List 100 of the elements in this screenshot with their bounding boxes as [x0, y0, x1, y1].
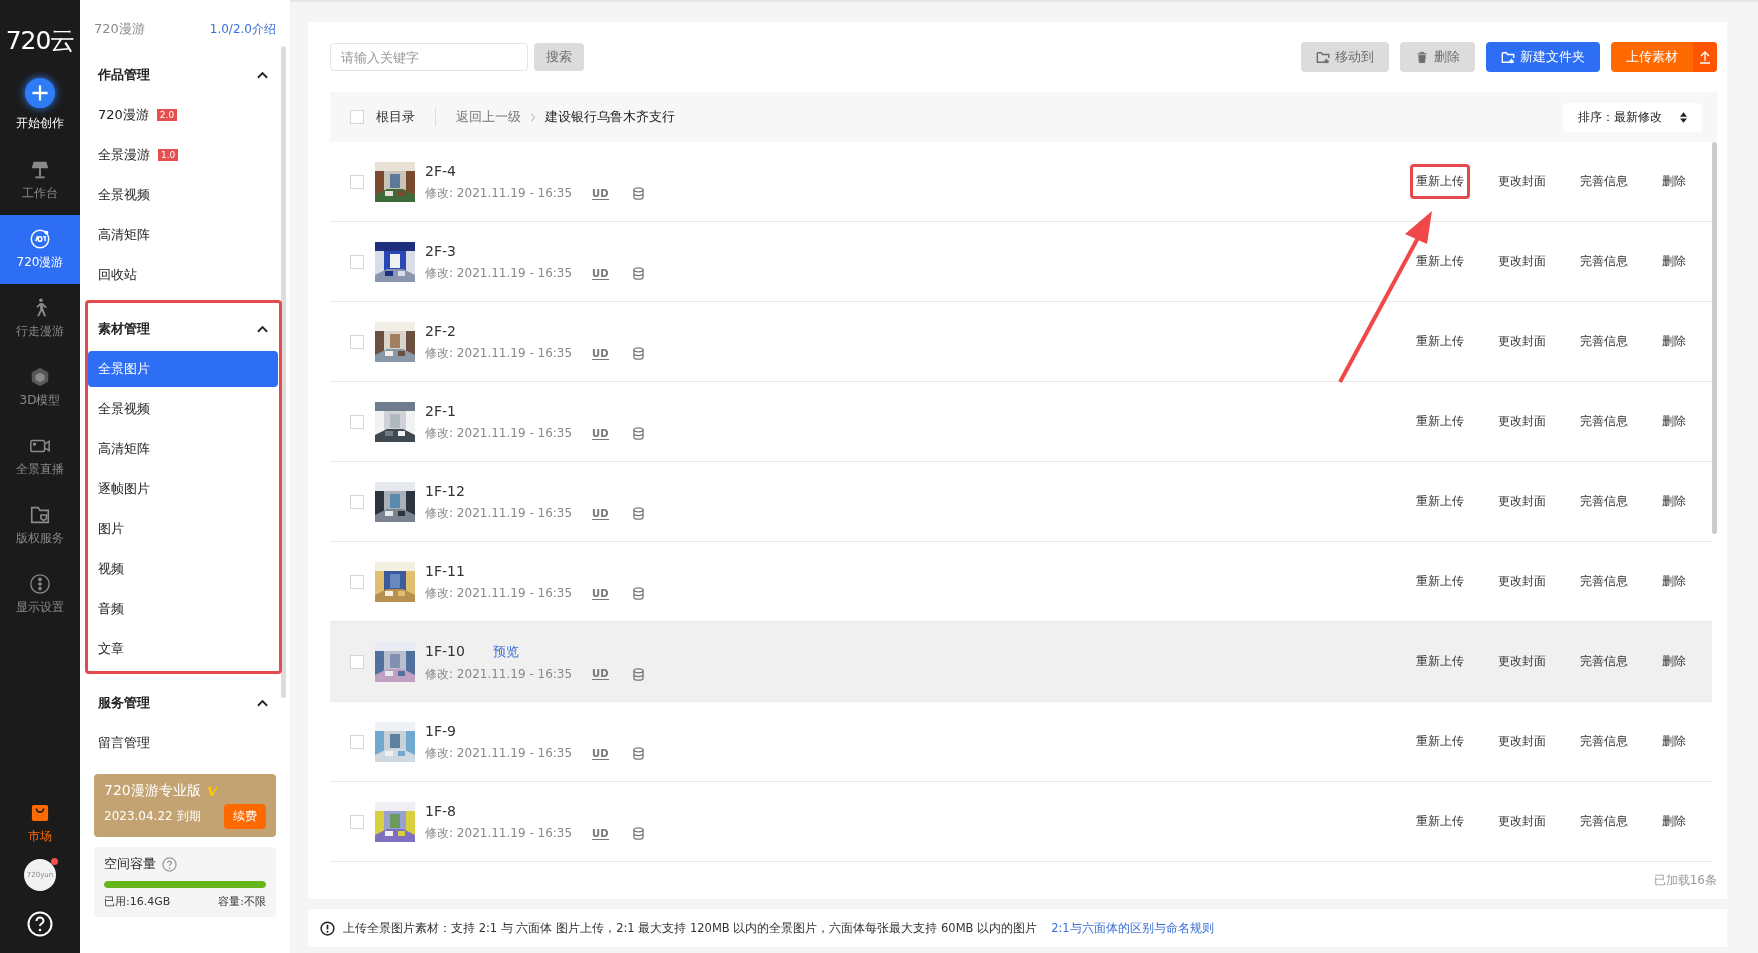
row-action[interactable]: 重新上传 [1410, 484, 1470, 519]
menu-label: 全景图片 [98, 360, 150, 378]
menu-item[interactable]: 全景漫游 1.0 [88, 137, 278, 173]
file-row[interactable]: 1F-12 修改: 2021.11.19 - 16:35 UD 重新上传 更改封面 完善信息 删除 [330, 462, 1712, 542]
search-button[interactable]: 搜索 [534, 43, 584, 71]
database-icon [632, 827, 644, 840]
row-action[interactable]: 删除 [1656, 244, 1692, 279]
logo: 720云 [4, 25, 76, 57]
row-checkbox[interactable] [350, 494, 364, 509]
modified-time: 修改: 2021.11.19 - 16:35 [425, 265, 573, 282]
menu-item[interactable]: 文章 [88, 631, 278, 667]
menu-item[interactable]: 留言管理 [88, 725, 278, 761]
preview-link[interactable]: 预览 [492, 643, 519, 659]
root-link[interactable]: 根目录 [376, 108, 415, 126]
row-action[interactable]: 更改封面 [1492, 164, 1552, 199]
menu-item[interactable]: 全景图片 [88, 351, 278, 387]
toolbar-button[interactable]: 新建文件夹 [1486, 42, 1600, 72]
menu-item[interactable]: 高清矩阵 [88, 217, 278, 253]
row-action[interactable]: 删除 [1656, 484, 1692, 519]
select-all-checkbox[interactable] [350, 110, 364, 124]
menu-item[interactable]: 逐帧图片 [88, 471, 278, 507]
file-row[interactable]: 1F-8 修改: 2021.11.19 - 16:35 UD 重新上传 更改封面 完善信息 删除 [330, 782, 1712, 862]
row-action[interactable]: 完善信息 [1574, 564, 1634, 599]
row-action[interactable]: 完善信息 [1574, 404, 1634, 439]
row-action[interactable]: 更改封面 [1492, 644, 1552, 679]
row-action[interactable]: 重新上传 [1410, 724, 1470, 759]
rail-item[interactable]: 工作台 [0, 146, 80, 215]
row-action[interactable]: 更改封面 [1492, 244, 1552, 279]
row-checkbox[interactable] [350, 734, 364, 749]
file-row[interactable]: 1F-10 预览 修改: 2021.11.19 - 16:35 UD 重新上传 更改封面 完善信息 删除 [330, 622, 1712, 702]
chevron-icon [257, 325, 268, 333]
rail-item[interactable]: 720漫游 [0, 215, 80, 284]
create-button[interactable]: 开始创作 [0, 69, 80, 146]
row-action[interactable]: 删除 [1656, 644, 1692, 679]
row-checkbox[interactable] [350, 654, 364, 669]
row-action[interactable]: 重新上传 [1410, 804, 1470, 839]
row-action[interactable]: 更改封面 [1492, 484, 1552, 519]
chevron-icon [530, 112, 536, 122]
menu-item[interactable]: 720漫游 2.0 [88, 97, 278, 133]
naming-rules-link[interactable]: 2:1与六面体的区别与命名规则 [1051, 920, 1214, 936]
section-header[interactable]: 素材管理 [88, 307, 278, 351]
menu-item[interactable]: 回收站 [88, 257, 278, 293]
row-checkbox[interactable] [350, 334, 364, 349]
row-action[interactable]: 删除 [1656, 804, 1692, 839]
row-checkbox[interactable] [350, 414, 364, 429]
chevron-icon [257, 71, 268, 79]
row-action[interactable]: 重新上传 [1410, 244, 1470, 279]
row-action[interactable]: 删除 [1656, 724, 1692, 759]
section-header[interactable]: 作品管理 [88, 53, 278, 97]
row-action[interactable]: 完善信息 [1574, 484, 1634, 519]
menu-item[interactable]: 全景视频 [88, 391, 278, 427]
file-name: 1F-10 [425, 642, 465, 659]
menu-item[interactable]: 图片 [88, 511, 278, 547]
rail-item[interactable]: 显示设置 [0, 560, 80, 629]
row-action[interactable]: 完善信息 [1574, 804, 1634, 839]
sort-dropdown[interactable]: 排序：最新修改 [1563, 102, 1702, 132]
menu-item[interactable]: 高清矩阵 [88, 431, 278, 467]
format-tag: UD [592, 507, 609, 520]
back-link[interactable]: 返回上一级 [456, 108, 521, 126]
row-checkbox[interactable] [350, 254, 364, 269]
rail-item[interactable]: 版权服务 [0, 491, 80, 560]
row-action[interactable]: 重新上传 [1410, 324, 1470, 359]
row-checkbox[interactable] [350, 574, 364, 589]
row-action[interactable]: 删除 [1656, 324, 1692, 359]
modified-time: 修改: 2021.11.19 - 16:35 [425, 505, 573, 522]
row-checkbox[interactable] [350, 174, 364, 189]
row-action[interactable]: 更改封面 [1492, 564, 1552, 599]
market-button[interactable]: 市场 [0, 804, 80, 845]
row-action[interactable]: 更改封面 [1492, 324, 1552, 359]
rail-item[interactable]: 3D模型 [0, 353, 80, 422]
row-checkbox[interactable] [350, 814, 364, 829]
intro-link[interactable]: 1.0/2.0介绍 [209, 20, 276, 38]
menu-item[interactable]: 音频 [88, 591, 278, 627]
row-action[interactable]: 更改封面 [1492, 724, 1552, 759]
row-action[interactable]: 重新上传 [1410, 644, 1470, 679]
panorama-icon [29, 228, 51, 250]
menu-label: 高清矩阵 [98, 226, 150, 244]
row-action[interactable]: 完善信息 [1574, 164, 1634, 199]
row-action[interactable]: 完善信息 [1574, 724, 1634, 759]
row-action[interactable]: 更改封面 [1492, 404, 1552, 439]
section-header[interactable]: 服务管理 [88, 681, 278, 725]
search-field[interactable]: 请输入关键字 [330, 43, 528, 71]
row-action[interactable]: 完善信息 [1574, 324, 1634, 359]
row-action[interactable]: 完善信息 [1574, 644, 1634, 679]
file-row[interactable]: 1F-9 修改: 2021.11.19 - 16:35 UD 重新上传 更改封面 完善信息 删除 [330, 702, 1712, 782]
row-action[interactable]: 完善信息 [1574, 244, 1634, 279]
row-action[interactable]: 删除 [1656, 164, 1692, 199]
file-row[interactable]: 2F-3 修改: 2021.11.19 - 16:35 UD 重新上传 更改封面 完善信息 删除 [330, 222, 1712, 302]
file-row[interactable]: 2F-1 修改: 2021.11.19 - 16:35 UD 重新上传 更改封面 完善信息 删除 [330, 382, 1712, 462]
row-action[interactable]: 重新上传 [1410, 564, 1470, 599]
menu-item[interactable]: 全景视频 [88, 177, 278, 213]
file-name: 2F-2 [425, 323, 456, 339]
rail-item[interactable]: 全景直播 [0, 422, 80, 491]
row-action[interactable]: 删除 [1656, 564, 1692, 599]
rail-item[interactable]: 行走漫游 [0, 284, 80, 353]
row-action[interactable]: 删除 [1656, 404, 1692, 439]
menu-item[interactable]: 视频 [88, 551, 278, 587]
file-row[interactable]: 2F-2 修改: 2021.11.19 - 16:35 UD 重新上传 更改封面 完善信息 删除 [330, 302, 1712, 382]
row-action[interactable]: 更改封面 [1492, 804, 1552, 839]
row-action[interactable]: 重新上传 [1410, 404, 1470, 439]
